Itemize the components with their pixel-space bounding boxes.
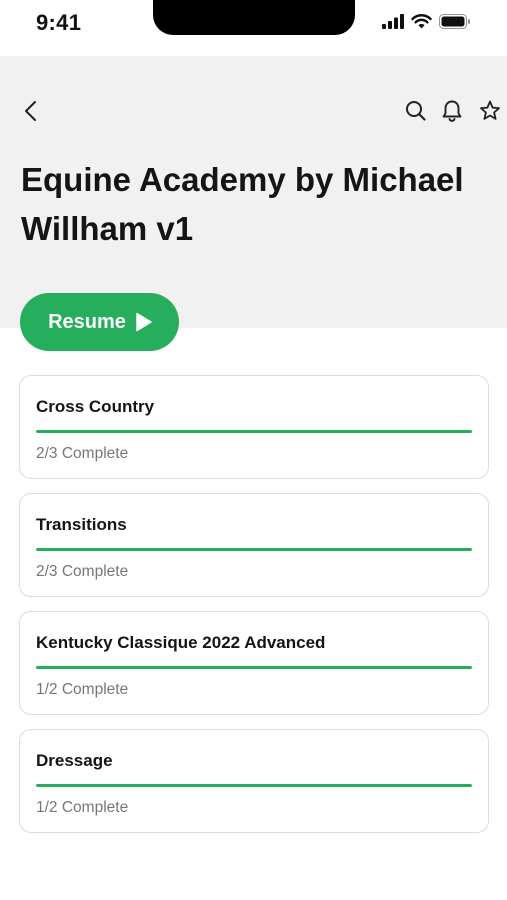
wifi-icon [411,14,432,34]
course-title: Dressage [36,751,113,770]
resume-button[interactable]: Resume [20,293,179,351]
course-title: Transitions [36,515,127,534]
course-progress-fill [36,548,472,551]
signal-icon [382,14,404,34]
course-title: Cross Country [36,397,155,416]
course-card[interactable]: Cross Country 2/3 Complete [19,375,489,479]
course-title: Kentucky Classique 2022 Advanced [36,633,326,652]
star-icon [480,100,500,120]
status-icons [382,14,471,34]
course-progress-bar [36,548,472,551]
course-progress-fill [36,430,472,433]
bell-icon [442,100,462,122]
course-progress-bar [36,430,472,433]
device-notch [153,0,355,35]
back-button[interactable] [18,98,44,124]
course-status: 1/2 Complete [36,681,129,698]
course-status: 2/3 Complete [36,563,129,580]
course-progress-bar [36,784,472,787]
status-time: 9:41 [36,10,82,35]
favorite-button[interactable] [477,98,503,124]
course-progress-fill [36,666,472,669]
course-status: 2/3 Complete [36,445,129,462]
notifications-button[interactable] [439,98,465,124]
page-title: Equine Academy by Michael Willham v1 [21,161,464,247]
play-icon [136,312,152,332]
course-progress-fill [36,784,472,787]
back-arrow-icon [25,101,36,121]
battery-icon [439,14,471,34]
resume-label: Resume [48,310,126,333]
course-card[interactable]: Transitions 2/3 Complete [19,493,489,597]
search-button[interactable] [403,98,429,124]
course-card[interactable]: Kentucky Classique 2022 Advanced 1/2 Com… [19,611,489,715]
course-card[interactable]: Dressage 1/2 Complete [19,729,489,833]
course-progress-bar [36,666,472,669]
course-status: 1/2 Complete [36,799,129,816]
status-bar: 9:41 [0,0,507,56]
search-icon [406,101,426,121]
